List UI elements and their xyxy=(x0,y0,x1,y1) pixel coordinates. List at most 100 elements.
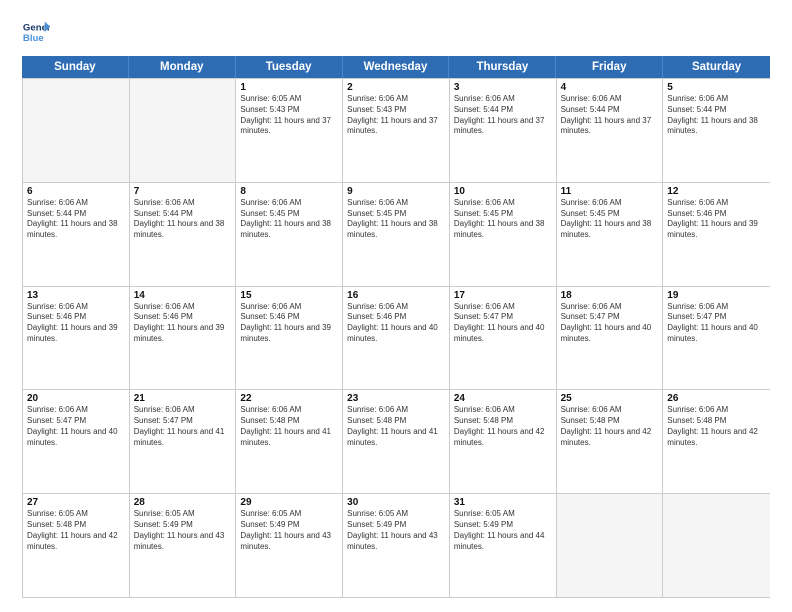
day-header-thursday: Thursday xyxy=(449,56,556,78)
cell-info: Sunrise: 6:05 AMSunset: 5:49 PMDaylight:… xyxy=(134,509,232,552)
table-row: 9Sunrise: 6:06 AMSunset: 5:45 PMDaylight… xyxy=(343,183,450,286)
table-row: 21Sunrise: 6:06 AMSunset: 5:47 PMDayligh… xyxy=(130,390,237,493)
day-number: 3 xyxy=(454,82,552,93)
table-row: 20Sunrise: 6:06 AMSunset: 5:47 PMDayligh… xyxy=(23,390,130,493)
table-row: 26Sunrise: 6:06 AMSunset: 5:48 PMDayligh… xyxy=(663,390,770,493)
cell-info: Sunrise: 6:06 AMSunset: 5:46 PMDaylight:… xyxy=(667,198,766,241)
table-row: 25Sunrise: 6:06 AMSunset: 5:48 PMDayligh… xyxy=(557,390,664,493)
week-row-4: 20Sunrise: 6:06 AMSunset: 5:47 PMDayligh… xyxy=(23,389,770,493)
day-number: 21 xyxy=(134,393,232,404)
day-number: 29 xyxy=(240,497,338,508)
cell-info: Sunrise: 6:05 AMSunset: 5:49 PMDaylight:… xyxy=(347,509,445,552)
table-row xyxy=(130,79,237,182)
cell-info: Sunrise: 6:06 AMSunset: 5:45 PMDaylight:… xyxy=(561,198,659,241)
cell-info: Sunrise: 6:06 AMSunset: 5:44 PMDaylight:… xyxy=(667,94,766,137)
day-number: 6 xyxy=(27,186,125,197)
cell-info: Sunrise: 6:06 AMSunset: 5:46 PMDaylight:… xyxy=(240,302,338,345)
day-number: 31 xyxy=(454,497,552,508)
cell-info: Sunrise: 6:05 AMSunset: 5:49 PMDaylight:… xyxy=(454,509,552,552)
cell-info: Sunrise: 6:06 AMSunset: 5:46 PMDaylight:… xyxy=(347,302,445,345)
calendar-header: SundayMondayTuesdayWednesdayThursdayFrid… xyxy=(22,56,770,78)
table-row: 29Sunrise: 6:05 AMSunset: 5:49 PMDayligh… xyxy=(236,494,343,597)
day-header-wednesday: Wednesday xyxy=(343,56,450,78)
cell-info: Sunrise: 6:06 AMSunset: 5:44 PMDaylight:… xyxy=(561,94,659,137)
cell-info: Sunrise: 6:06 AMSunset: 5:47 PMDaylight:… xyxy=(667,302,766,345)
cell-info: Sunrise: 6:06 AMSunset: 5:45 PMDaylight:… xyxy=(347,198,445,241)
cell-info: Sunrise: 6:06 AMSunset: 5:45 PMDaylight:… xyxy=(454,198,552,241)
cell-info: Sunrise: 6:06 AMSunset: 5:44 PMDaylight:… xyxy=(27,198,125,241)
cell-info: Sunrise: 6:05 AMSunset: 5:48 PMDaylight:… xyxy=(27,509,125,552)
day-number: 1 xyxy=(240,82,338,93)
day-number: 2 xyxy=(347,82,445,93)
table-row xyxy=(23,79,130,182)
table-row: 16Sunrise: 6:06 AMSunset: 5:46 PMDayligh… xyxy=(343,287,450,390)
table-row: 1Sunrise: 6:05 AMSunset: 5:43 PMDaylight… xyxy=(236,79,343,182)
table-row: 31Sunrise: 6:05 AMSunset: 5:49 PMDayligh… xyxy=(450,494,557,597)
cell-info: Sunrise: 6:06 AMSunset: 5:48 PMDaylight:… xyxy=(454,405,552,448)
table-row: 6Sunrise: 6:06 AMSunset: 5:44 PMDaylight… xyxy=(23,183,130,286)
day-number: 4 xyxy=(561,82,659,93)
cell-info: Sunrise: 6:06 AMSunset: 5:48 PMDaylight:… xyxy=(667,405,766,448)
cell-info: Sunrise: 6:05 AMSunset: 5:49 PMDaylight:… xyxy=(240,509,338,552)
table-row: 18Sunrise: 6:06 AMSunset: 5:47 PMDayligh… xyxy=(557,287,664,390)
logo-icon: General Blue xyxy=(22,18,50,46)
day-number: 18 xyxy=(561,290,659,301)
table-row: 15Sunrise: 6:06 AMSunset: 5:46 PMDayligh… xyxy=(236,287,343,390)
day-number: 7 xyxy=(134,186,232,197)
day-number: 5 xyxy=(667,82,766,93)
day-number: 8 xyxy=(240,186,338,197)
day-number: 22 xyxy=(240,393,338,404)
day-number: 11 xyxy=(561,186,659,197)
table-row: 10Sunrise: 6:06 AMSunset: 5:45 PMDayligh… xyxy=(450,183,557,286)
table-row: 2Sunrise: 6:06 AMSunset: 5:43 PMDaylight… xyxy=(343,79,450,182)
cell-info: Sunrise: 6:06 AMSunset: 5:43 PMDaylight:… xyxy=(347,94,445,137)
cell-info: Sunrise: 6:06 AMSunset: 5:46 PMDaylight:… xyxy=(134,302,232,345)
table-row: 8Sunrise: 6:06 AMSunset: 5:45 PMDaylight… xyxy=(236,183,343,286)
day-number: 17 xyxy=(454,290,552,301)
day-header-monday: Monday xyxy=(129,56,236,78)
table-row: 19Sunrise: 6:06 AMSunset: 5:47 PMDayligh… xyxy=(663,287,770,390)
cell-info: Sunrise: 6:06 AMSunset: 5:44 PMDaylight:… xyxy=(454,94,552,137)
svg-text:Blue: Blue xyxy=(23,33,44,44)
day-number: 15 xyxy=(240,290,338,301)
page: General Blue SundayMondayTuesdayWednesda… xyxy=(0,0,792,612)
day-number: 23 xyxy=(347,393,445,404)
day-number: 13 xyxy=(27,290,125,301)
cell-info: Sunrise: 6:06 AMSunset: 5:47 PMDaylight:… xyxy=(134,405,232,448)
cell-info: Sunrise: 6:06 AMSunset: 5:48 PMDaylight:… xyxy=(561,405,659,448)
day-header-saturday: Saturday xyxy=(663,56,770,78)
table-row xyxy=(663,494,770,597)
table-row: 7Sunrise: 6:06 AMSunset: 5:44 PMDaylight… xyxy=(130,183,237,286)
day-number: 16 xyxy=(347,290,445,301)
cell-info: Sunrise: 6:05 AMSunset: 5:43 PMDaylight:… xyxy=(240,94,338,137)
day-number: 26 xyxy=(667,393,766,404)
cell-info: Sunrise: 6:06 AMSunset: 5:46 PMDaylight:… xyxy=(27,302,125,345)
table-row: 3Sunrise: 6:06 AMSunset: 5:44 PMDaylight… xyxy=(450,79,557,182)
table-row: 5Sunrise: 6:06 AMSunset: 5:44 PMDaylight… xyxy=(663,79,770,182)
cell-info: Sunrise: 6:06 AMSunset: 5:47 PMDaylight:… xyxy=(454,302,552,345)
week-row-2: 6Sunrise: 6:06 AMSunset: 5:44 PMDaylight… xyxy=(23,182,770,286)
cell-info: Sunrise: 6:06 AMSunset: 5:45 PMDaylight:… xyxy=(240,198,338,241)
cell-info: Sunrise: 6:06 AMSunset: 5:48 PMDaylight:… xyxy=(347,405,445,448)
table-row: 23Sunrise: 6:06 AMSunset: 5:48 PMDayligh… xyxy=(343,390,450,493)
calendar: SundayMondayTuesdayWednesdayThursdayFrid… xyxy=(22,56,770,598)
logo: General Blue xyxy=(22,18,50,46)
day-number: 12 xyxy=(667,186,766,197)
cell-info: Sunrise: 6:06 AMSunset: 5:47 PMDaylight:… xyxy=(561,302,659,345)
day-number: 27 xyxy=(27,497,125,508)
table-row: 13Sunrise: 6:06 AMSunset: 5:46 PMDayligh… xyxy=(23,287,130,390)
day-number: 25 xyxy=(561,393,659,404)
day-number: 19 xyxy=(667,290,766,301)
day-number: 30 xyxy=(347,497,445,508)
table-row: 14Sunrise: 6:06 AMSunset: 5:46 PMDayligh… xyxy=(130,287,237,390)
cell-info: Sunrise: 6:06 AMSunset: 5:44 PMDaylight:… xyxy=(134,198,232,241)
table-row: 28Sunrise: 6:05 AMSunset: 5:49 PMDayligh… xyxy=(130,494,237,597)
table-row: 22Sunrise: 6:06 AMSunset: 5:48 PMDayligh… xyxy=(236,390,343,493)
table-row: 17Sunrise: 6:06 AMSunset: 5:47 PMDayligh… xyxy=(450,287,557,390)
table-row: 12Sunrise: 6:06 AMSunset: 5:46 PMDayligh… xyxy=(663,183,770,286)
calendar-body: 1Sunrise: 6:05 AMSunset: 5:43 PMDaylight… xyxy=(22,78,770,598)
day-number: 28 xyxy=(134,497,232,508)
day-header-friday: Friday xyxy=(556,56,663,78)
day-number: 10 xyxy=(454,186,552,197)
table-row: 11Sunrise: 6:06 AMSunset: 5:45 PMDayligh… xyxy=(557,183,664,286)
